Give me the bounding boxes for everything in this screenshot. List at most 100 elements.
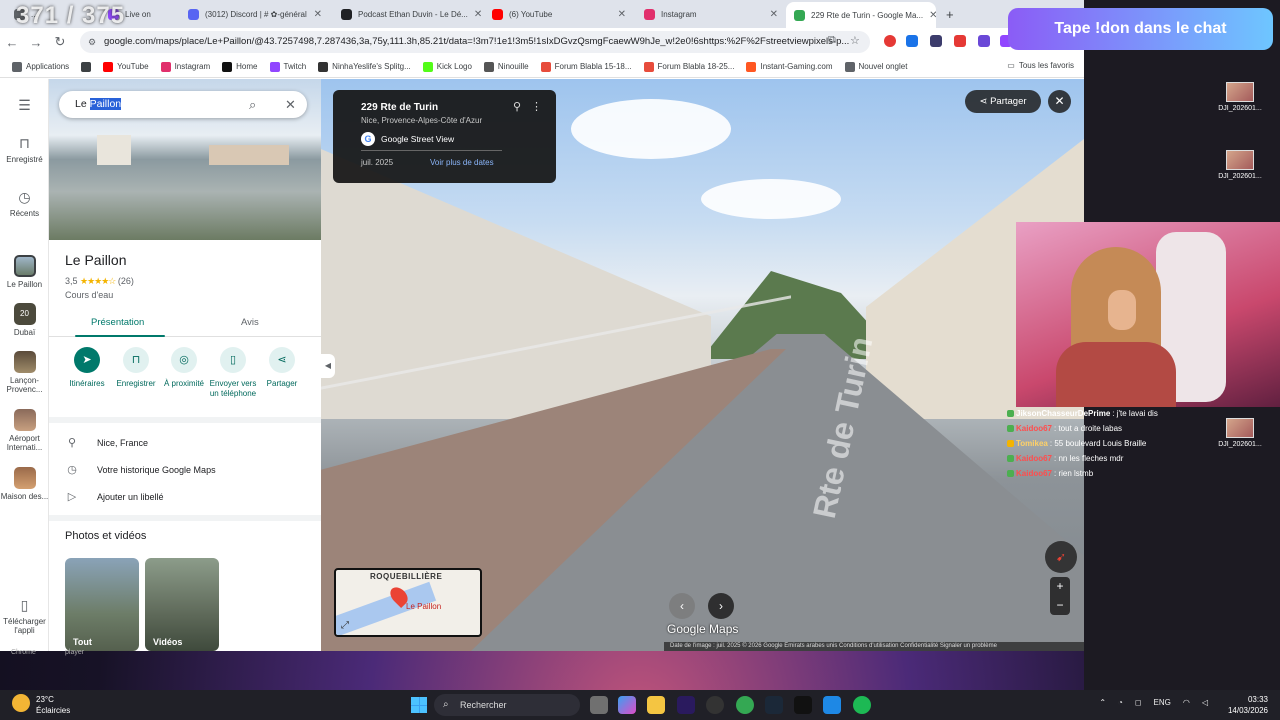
zoom-out-button[interactable]: −: [1050, 596, 1070, 615]
language-indicator[interactable]: ENG: [1154, 698, 1171, 707]
tab-reviews[interactable]: Avis: [241, 317, 259, 328]
desktop-file[interactable]: DJI_202601...: [1216, 418, 1264, 448]
previous-arrow-button[interactable]: ‹: [669, 593, 695, 619]
file-name: DJI_202601...: [1218, 441, 1262, 448]
new-tab-button[interactable]: +: [938, 3, 958, 25]
place-rating[interactable]: 3,5 ★★★★☆ (26): [65, 276, 134, 287]
more-dates-link[interactable]: Voir plus de dates: [430, 158, 494, 167]
weather-widget[interactable]: 23°C Éclaircies: [12, 694, 70, 716]
info-add-label[interactable]: ▷ Ajouter un libellé: [65, 490, 164, 503]
extension-icon[interactable]: [930, 35, 942, 47]
street-view[interactable]: Rte de Turin ◀ 229 Rte de Turin Nice, Pr…: [321, 79, 1084, 651]
site-info-icon[interactable]: ⚙: [88, 31, 96, 53]
tab-overview[interactable]: Présentation: [91, 317, 144, 328]
file-explorer-icon[interactable]: [647, 696, 665, 714]
obs-icon[interactable]: [706, 696, 724, 714]
extension-icon[interactable]: [884, 35, 896, 47]
spotify-icon[interactable]: [853, 696, 871, 714]
location-pin-icon[interactable]: ⚲: [513, 100, 521, 113]
chrome-icon[interactable]: [736, 696, 754, 714]
bookmark-twitch[interactable]: Twitch: [269, 61, 306, 72]
rail-recent-maison[interactable]: Maison des...: [0, 467, 49, 501]
compass-icon[interactable]: ➹: [1045, 541, 1077, 573]
extension-icon[interactable]: [954, 35, 966, 47]
copilot-icon[interactable]: [618, 696, 636, 714]
save-button[interactable]: ⊓ Enregistrer: [111, 347, 161, 389]
rail-recent-lancon[interactable]: Lançon-Provenc...: [0, 351, 49, 394]
tray-chevron-icon[interactable]: ⌃: [1099, 698, 1106, 707]
bookmark-new-tab[interactable]: Nouvel onglet: [844, 61, 907, 72]
bookmark-ninouille[interactable]: Ninouille: [483, 61, 529, 72]
close-street-view-button[interactable]: ✕: [1048, 90, 1071, 113]
close-icon[interactable]: ✕: [929, 10, 936, 21]
tray-app-icon[interactable]: ◻: [1135, 698, 1142, 707]
tray-app-icon[interactable]: ◔: [1118, 698, 1123, 707]
tab-google-maps[interactable]: 229 Rte de Turin - Google Ma... ✕: [786, 2, 936, 28]
menu-button[interactable]: ☰: [0, 97, 49, 117]
mini-map[interactable]: ROQUEBILLIÈRE Le Paillon ⤢: [334, 568, 482, 637]
extension-icon[interactable]: [978, 35, 990, 47]
search-box[interactable]: Le Paillon ⌕ ✕: [59, 91, 307, 118]
task-view-icon[interactable]: [590, 696, 608, 714]
expand-map-icon[interactable]: ⤢: [341, 620, 349, 631]
taskbar-search[interactable]: ⌕ Rechercher: [434, 694, 580, 716]
all-bookmarks[interactable]: ▭ Tous les favoris: [1007, 61, 1074, 70]
desktop-file[interactable]: DJI_202601...: [1216, 150, 1264, 180]
bookmark-star-icon[interactable]: ☆: [850, 34, 860, 47]
bookmark-forum-15-18[interactable]: Forum Blabla 15-18...: [540, 61, 632, 72]
rail-recent-le-paillon[interactable]: Le Paillon: [0, 255, 49, 289]
app-icon[interactable]: [823, 696, 841, 714]
bookmark-kick[interactable]: Kick Logo: [422, 61, 472, 72]
forward-arrow-icon[interactable]: →: [24, 35, 48, 50]
tab-discord[interactable]: (3012) Discord | # ✿-général ✕: [180, 3, 330, 25]
rail-recents[interactable]: ◷ Récents: [0, 189, 49, 218]
bookmark-home[interactable]: Home: [222, 61, 258, 72]
info-address[interactable]: ⚲ Nice, France: [65, 436, 148, 449]
info-history[interactable]: ◷ Votre historique Google Maps: [65, 463, 215, 476]
tiktok-icon[interactable]: [794, 696, 812, 714]
rail-recent-airport[interactable]: Aéroport Internati...: [0, 409, 49, 452]
bookmark-splitgate[interactable]: NinhaYeslife's Splitg...: [318, 61, 411, 72]
collapse-panel-button[interactable]: ◀: [321, 354, 335, 378]
tab-instagram[interactable]: Instagram ✕: [636, 3, 786, 25]
search-icon[interactable]: ⌕: [249, 91, 256, 118]
close-icon[interactable]: ✕: [474, 9, 482, 20]
rail-download-app[interactable]: ▯ Télécharger l'appli: [0, 597, 49, 635]
address-bar[interactable]: ⚙ google.com/maps/place/Le+Paillon/@43.7…: [80, 31, 870, 53]
send-to-phone-button[interactable]: ▯ Envoyer vers un téléphone: [208, 347, 258, 399]
close-icon[interactable]: ✕: [314, 9, 322, 20]
tab-podcast[interactable]: Podcast Ethan Duvin - Le Dé... ✕: [333, 3, 483, 25]
desktop-file[interactable]: DJI_202601...: [1216, 82, 1264, 112]
rail-saved[interactable]: ⊓ Enregistré: [0, 135, 49, 164]
bookmark-youtube[interactable]: YouTube: [103, 61, 149, 72]
bookmark-grid[interactable]: [81, 61, 92, 72]
clear-search-icon[interactable]: ✕: [285, 91, 296, 118]
next-arrow-button[interactable]: ›: [708, 593, 734, 619]
reload-icon[interactable]: ↻: [48, 34, 72, 50]
more-options-icon[interactable]: ⋮: [531, 100, 542, 113]
extension-icon[interactable]: [906, 35, 918, 47]
zoom-in-button[interactable]: +: [1050, 577, 1070, 596]
directions-button[interactable]: ➤ Itinéraires: [62, 347, 112, 389]
close-icon[interactable]: ✕: [770, 9, 778, 20]
bookmark-applications[interactable]: Applications: [12, 61, 69, 72]
nearby-button[interactable]: ◎ À proximité: [159, 347, 209, 389]
premiere-icon[interactable]: [677, 696, 695, 714]
windows-start-icon[interactable]: [411, 697, 427, 713]
steam-icon[interactable]: [765, 696, 783, 714]
share-button[interactable]: ⋖ Partager: [257, 347, 307, 389]
photo-all-thumbnail[interactable]: Tout: [65, 558, 139, 651]
bookmark-instagram[interactable]: Instagram: [160, 61, 210, 72]
wifi-icon[interactable]: ◠: [1183, 698, 1190, 707]
photo-videos-thumbnail[interactable]: Vidéos: [145, 558, 219, 651]
install-icon[interactable]: ⧉: [828, 34, 836, 47]
bookmark-forum-18-25[interactable]: Forum Blabla 18-25...: [643, 61, 734, 72]
volume-icon[interactable]: ◁: [1202, 698, 1208, 707]
back-arrow-icon[interactable]: ←: [0, 35, 24, 50]
taskbar-clock[interactable]: 03:33 14/03/2026: [1228, 694, 1268, 716]
bookmark-instant-gaming[interactable]: Instant-Gaming.com: [746, 61, 833, 72]
street-view-share-button[interactable]: ⋖ Partager: [965, 90, 1041, 113]
rail-recent-dubai[interactable]: 20 Dubaï: [0, 303, 49, 337]
close-icon[interactable]: ✕: [618, 9, 626, 20]
tab-youtube[interactable]: (6) YouTube ✕: [484, 3, 634, 25]
